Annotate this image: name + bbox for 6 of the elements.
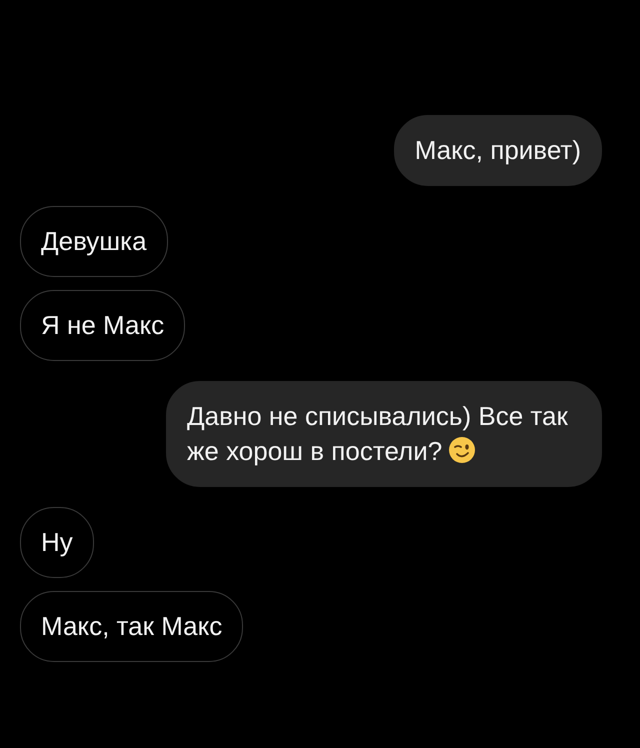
received-message: Девушка (20, 206, 168, 277)
received-message: Ну (20, 507, 94, 578)
received-message: Макс, так Макс (20, 591, 244, 662)
sent-message: Давно не списывались) Все так же хорош в постели? (166, 381, 602, 487)
received-message: Я не Макс (20, 290, 186, 361)
sent-message: Макс, привет) (394, 115, 602, 186)
